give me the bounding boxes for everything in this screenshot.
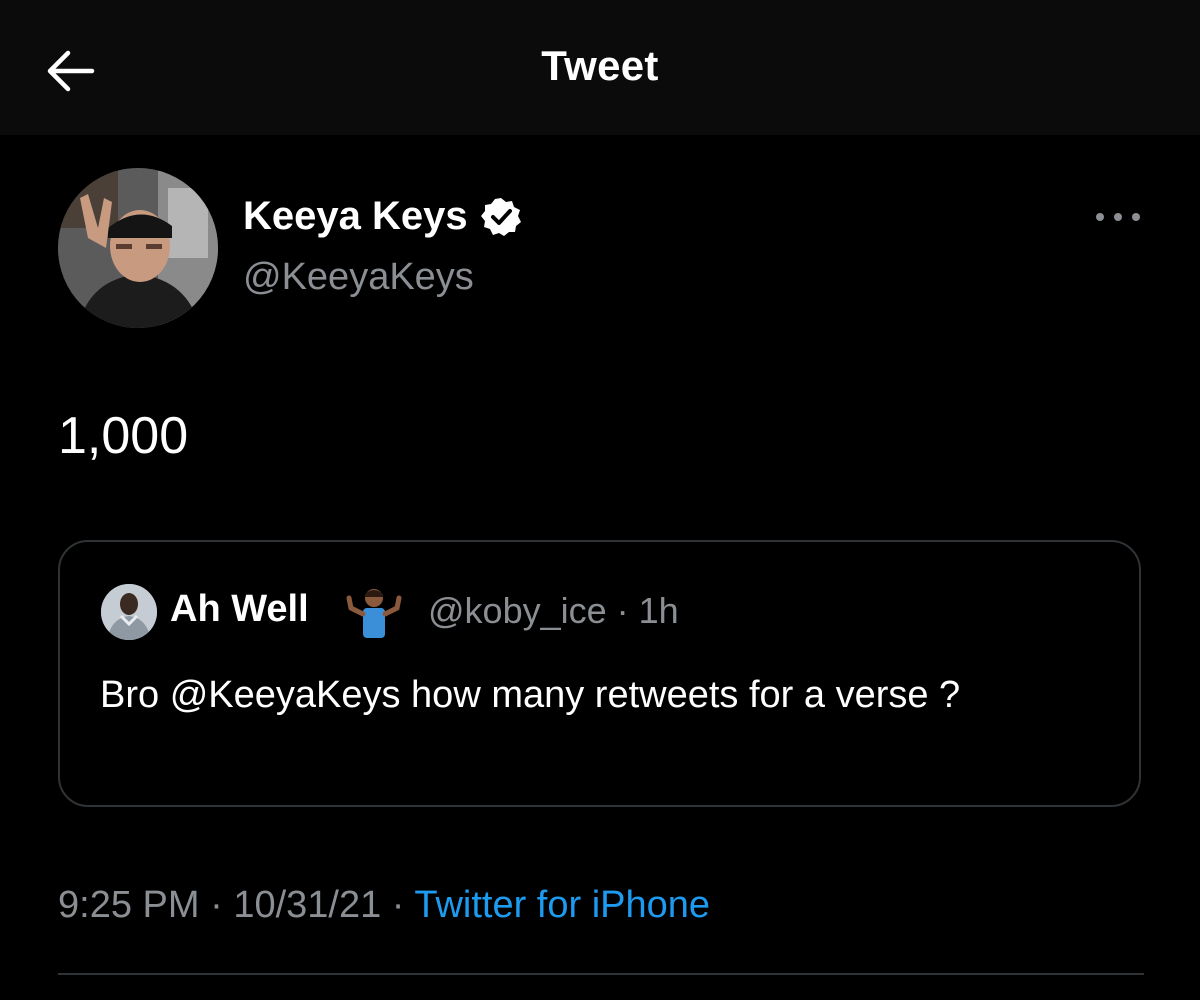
avatar-photo xyxy=(58,168,218,328)
quoted-tweet-text: Bro @KeeyaKeys how many retweets for a v… xyxy=(100,674,961,716)
quoted-tweet-card[interactable]: Ah Well @koby_ice · 1h Bro @KeeyaKeys ho… xyxy=(58,540,1141,807)
author-display-name-row[interactable]: Keeya Keys xyxy=(243,194,522,239)
separator-dot: · xyxy=(606,590,639,631)
more-options-icon xyxy=(1096,213,1140,221)
separator-dot: · xyxy=(199,884,234,926)
tweet-date: 10/31/21 xyxy=(233,884,382,926)
shrug-emoji-icon xyxy=(346,589,402,638)
author-avatar[interactable] xyxy=(58,168,218,328)
page-title: Tweet xyxy=(541,42,659,89)
tweet-time: 9:25 PM xyxy=(58,884,200,926)
quoted-author-handle-time: @koby_ice · 1h xyxy=(428,590,679,632)
tweet-meta-row: 9:25 PM · 10/31/21 · Twitter for iPhone xyxy=(58,884,710,927)
quoted-author-handle: @koby_ice xyxy=(428,590,607,631)
quoted-avatar-photo xyxy=(101,584,157,640)
top-nav-bar: Tweet xyxy=(0,0,1200,135)
author-handle[interactable]: @KeeyaKeys xyxy=(243,256,474,299)
quoted-time-ago: 1h xyxy=(638,590,679,631)
separator-dot: · xyxy=(381,884,415,926)
author-display-name: Keeya Keys xyxy=(243,194,468,238)
more-options-button[interactable] xyxy=(1092,202,1144,232)
quoted-author-avatar xyxy=(101,584,157,640)
verified-badge-icon xyxy=(480,197,521,236)
quoted-author-name: Ah Well xyxy=(170,588,309,630)
tweet-text: 1,000 xyxy=(58,407,189,465)
tweet-source-link[interactable]: Twitter for iPhone xyxy=(414,884,710,926)
divider xyxy=(58,973,1144,975)
